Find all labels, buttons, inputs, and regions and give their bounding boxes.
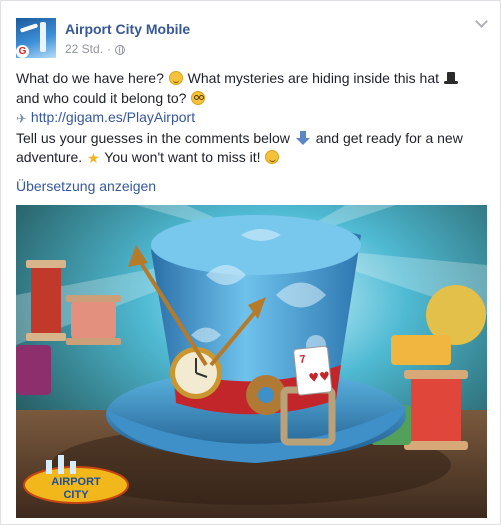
- meta-separator: ·: [107, 42, 112, 56]
- pocket-watch: [170, 347, 222, 399]
- post-text-segment: and get ready for a new: [315, 129, 463, 146]
- svg-text:♥♥: ♥♥: [308, 369, 331, 385]
- post-line-3: ✈ http://gigam.es/PlayAirport: [16, 108, 486, 129]
- glowing-star-icon: ★: [87, 150, 100, 166]
- post-line-5: adventure. ★ You won't want to miss it!: [16, 148, 486, 169]
- translation-link[interactable]: Übersetzung anzeigen: [16, 178, 156, 194]
- gear: [246, 375, 286, 415]
- post-text-segment: and who could it belong to?: [16, 89, 187, 106]
- post-text-segment: What mysteries are hiding inside this ha…: [187, 70, 439, 86]
- top-hat-icon: [443, 71, 458, 85]
- arrow-down-icon: [295, 130, 310, 145]
- page-name-link[interactable]: Airport City Mobile: [65, 21, 190, 37]
- flushed-face-icon: [191, 90, 206, 105]
- hat-top: [151, 215, 361, 275]
- svg-text:CITY: CITY: [63, 489, 89, 501]
- hat-illustration: 7 ♥♥ AIRPORT CITY: [16, 205, 487, 518]
- post-text-segment: You won't want to miss it!: [104, 149, 261, 165]
- svg-text:AIRPORT: AIRPORT: [51, 476, 101, 488]
- smirking-face-icon: [168, 71, 183, 85]
- post-line-2: and who could it belong to?: [16, 89, 486, 109]
- playing-card: 7 ♥♥: [293, 345, 333, 396]
- svg-text:7: 7: [299, 353, 306, 366]
- post-meta: 22 Std. ·: [65, 42, 126, 56]
- chevron-down-icon[interactable]: [475, 15, 488, 28]
- avatar-badge-icon: G: [16, 45, 29, 58]
- page-avatar[interactable]: G: [16, 18, 56, 58]
- post-line-1: What do we have here? What mysteries are…: [16, 69, 486, 89]
- winking-face-icon: [265, 150, 280, 164]
- avatar-plane-shape: [19, 23, 39, 33]
- post-text: What do we have here? What mysteries are…: [16, 69, 486, 169]
- avatar-tower-shape: [40, 22, 46, 52]
- post-timestamp[interactable]: 22 Std.: [65, 42, 103, 56]
- facebook-post-card: G Airport City Mobile 22 Std. · What do …: [0, 0, 501, 525]
- airplane-icon: ✈: [16, 111, 27, 126]
- post-text-segment: adventure.: [16, 149, 83, 165]
- post-text-segment: What do we have here?: [16, 70, 164, 86]
- post-line-4: Tell us your guesses in the comments bel…: [16, 129, 486, 149]
- post-image[interactable]: 7 ♥♥ AIRPORT CITY: [16, 205, 487, 518]
- post-link[interactable]: http://gigam.es/PlayAirport: [31, 109, 195, 125]
- post-text-segment: Tell us your guesses in the comments bel…: [16, 129, 290, 146]
- globe-icon: [115, 45, 126, 55]
